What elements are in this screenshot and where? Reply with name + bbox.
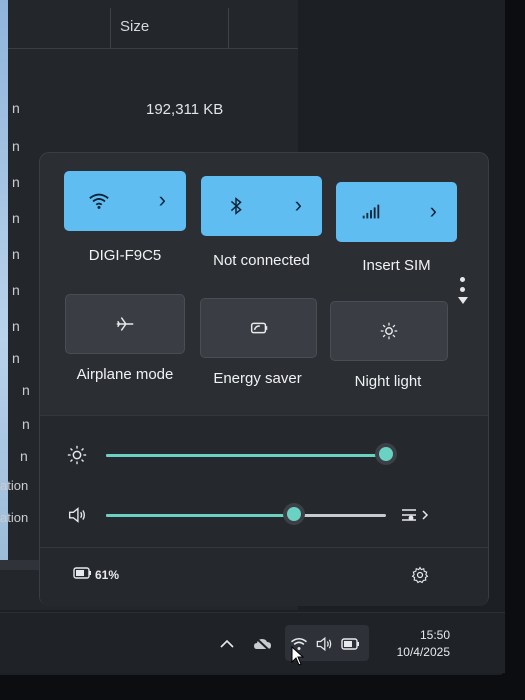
more-options-dots-icon[interactable] — [458, 277, 468, 317]
list-item[interactable]: n — [20, 448, 28, 464]
list-item[interactable]: n — [12, 350, 20, 366]
onedrive-cloud-icon[interactable] — [252, 633, 274, 655]
taskbar: 15:50 10/4/2025 — [0, 612, 505, 673]
column-header-bar: Size — [8, 0, 298, 49]
cellular-tile-label: Insert SIM — [362, 257, 431, 274]
screen: Size 192,311 KB n n n n n n n n n n n at… — [0, 0, 505, 675]
cellular-tile[interactable]: › — [336, 182, 457, 242]
energy-saver-tile[interactable] — [200, 298, 317, 358]
battery-percentage[interactable]: 61% — [95, 568, 119, 582]
clock[interactable]: 15:50 10/4/2025 — [370, 627, 450, 661]
quick-settings-footer: 61% — [40, 547, 488, 606]
list-item[interactable]: ation — [0, 510, 28, 525]
chevron-down-icon[interactable] — [458, 297, 468, 304]
energy-saver-icon — [250, 322, 267, 334]
night-light-icon — [380, 322, 398, 340]
night-light-label: Night light — [354, 373, 422, 390]
energy-saver-label: Energy saver — [213, 370, 302, 387]
quick-settings-tiles: › DIGI-F9C5 › Not connected › Insert SIM… — [40, 153, 488, 415]
speaker-icon[interactable] — [66, 504, 88, 526]
volume-slider[interactable] — [106, 507, 386, 521]
mouse-cursor-icon — [291, 646, 305, 666]
list-item[interactable]: n — [12, 100, 20, 116]
quick-settings-panel: › DIGI-F9C5 › Not connected › Insert SIM… — [40, 153, 488, 606]
clock-time: 15:50 — [419, 628, 450, 642]
bluetooth-tile-label: Not connected — [213, 252, 310, 269]
file-size-value: 192,311 KB — [146, 101, 224, 118]
chevron-right-icon[interactable]: › — [295, 192, 302, 218]
gear-icon[interactable] — [410, 565, 430, 585]
wifi-tile[interactable]: › — [64, 171, 186, 231]
airplane-mode-label: Airplane mode — [76, 366, 174, 383]
list-item[interactable]: n — [12, 174, 20, 190]
list-item[interactable]: n — [12, 138, 20, 154]
brightness-icon — [67, 445, 87, 465]
chevron-right-icon[interactable]: › — [430, 198, 437, 224]
speaker-icon — [316, 636, 332, 652]
clock-date: 10/4/2025 — [396, 645, 450, 659]
chevron-right-icon[interactable]: › — [159, 187, 166, 213]
list-item[interactable]: n — [22, 416, 30, 432]
column-separator[interactable] — [228, 8, 229, 48]
bluetooth-icon — [230, 197, 242, 215]
battery-icon[interactable] — [72, 565, 94, 581]
list-item[interactable]: n — [22, 382, 30, 398]
sliders-section — [40, 415, 488, 548]
list-item[interactable]: n — [12, 210, 20, 226]
bluetooth-tile[interactable]: › — [201, 176, 322, 236]
list-item[interactable]: n — [12, 318, 20, 334]
volume-slider-thumb[interactable] — [287, 507, 301, 521]
brightness-slider-row — [40, 440, 488, 470]
battery-icon — [341, 638, 359, 650]
list-item[interactable]: n — [12, 282, 20, 298]
volume-slider-row — [40, 500, 488, 530]
night-light-tile[interactable] — [330, 301, 448, 361]
airplane-icon — [116, 317, 134, 331]
navigation-pane — [0, 0, 8, 560]
column-separator[interactable] — [110, 8, 111, 48]
wifi-tile-label: DIGI-F9C5 — [88, 247, 162, 264]
list-item[interactable]: n — [12, 246, 20, 262]
brightness-slider-thumb[interactable] — [379, 447, 393, 461]
chevron-up-icon[interactable] — [218, 633, 236, 655]
brightness-slider-fill — [106, 454, 386, 457]
audio-output-select-icon[interactable] — [400, 504, 430, 526]
volume-slider-fill — [106, 514, 294, 517]
cellular-icon — [362, 204, 380, 219]
wifi-icon — [89, 193, 109, 209]
airplane-mode-tile[interactable] — [65, 294, 185, 354]
brightness-slider[interactable] — [106, 447, 393, 461]
list-item[interactable]: ation — [0, 478, 28, 493]
size-column-header[interactable]: Size — [120, 18, 149, 35]
